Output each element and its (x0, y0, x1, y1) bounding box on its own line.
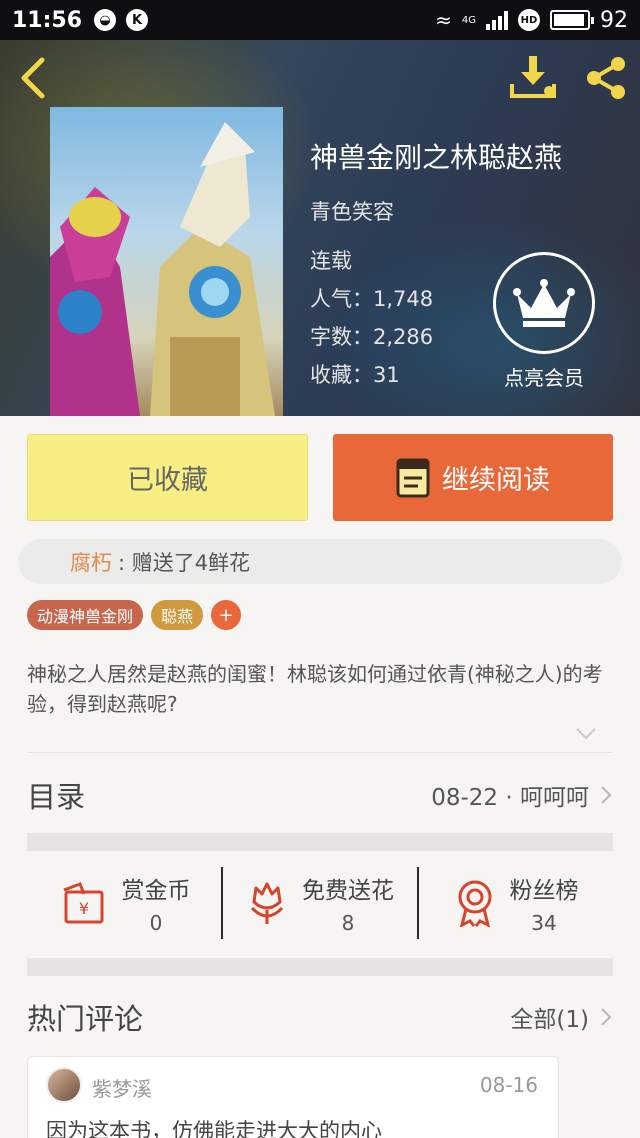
continue-reading-label: 继续阅读 (442, 465, 550, 496)
k-notification-icon: K (126, 9, 149, 31)
avatar[interactable] (46, 1067, 82, 1103)
all-comments-link[interactable]: 全部(1) (510, 1000, 589, 1034)
hot-comments-header[interactable]: 热门评论 全部(1) (27, 992, 613, 1042)
battery-level: 92 (600, 7, 628, 33)
stat-value: 8 (341, 911, 355, 935)
free-flower-button[interactable]: 免费送花 8 (221, 867, 417, 939)
stat-label: 粉丝榜 (509, 878, 579, 904)
book-title: 神兽金刚之林聪赵燕 (310, 141, 563, 174)
stat-value: 34 (531, 911, 557, 935)
signal-icon (486, 10, 508, 30)
network-type: 4G (461, 14, 476, 26)
cover-artwork (50, 122, 275, 416)
popularity-stat: 人气：1,748 (310, 287, 434, 311)
tag-item[interactable]: 动漫神兽金刚 (27, 600, 144, 630)
hot-comments-title: 热门评论 (27, 1002, 144, 1036)
comment-date: 08-16 (479, 1073, 538, 1097)
reader-actions-row: ¥ 赏金币 0 免费送花 8 粉丝榜 34 (27, 858, 613, 948)
hd-icon: HD (518, 9, 540, 31)
section-divider (27, 958, 613, 976)
book-cover-image[interactable] (50, 107, 283, 416)
flower-icon (250, 882, 284, 924)
comment-card[interactable]: 紫梦溪 08-16 因为这本书，仿佛能走进大大的内心 (27, 1056, 559, 1138)
svg-text:¥: ¥ (78, 899, 88, 918)
book-header: 神兽金刚之林聪赵燕 青色笑容 连载 人气：1,748 字数：2,286 收藏：3… (0, 40, 640, 416)
gift-user[interactable]: 腐朽 (70, 547, 112, 577)
chevron-right-icon (601, 1008, 612, 1026)
stat-label: 赏金币 (121, 878, 191, 904)
tag-item[interactable]: 聪燕 (151, 600, 204, 630)
status-time: 11:56 (12, 7, 83, 33)
expand-chevron-icon[interactable] (574, 724, 598, 744)
collected-button[interactable]: 已收藏 (27, 434, 308, 521)
stat-label: 免费送花 (302, 878, 394, 904)
crown-icon (513, 279, 575, 327)
wifi-icon: ≈ (435, 8, 452, 32)
stat-value: 0 (149, 911, 163, 935)
book-icon (396, 458, 430, 497)
comment-text: 因为这本书，仿佛能走进大大的内心 (46, 1119, 382, 1138)
book-description: 神秘之人居然是赵燕的闺蜜！林聪该如何通过依青(神秘之人)的考验，得到赵燕呢? (27, 662, 603, 716)
book-status: 连载 (310, 249, 352, 273)
battery-icon (550, 10, 594, 30)
comment-user[interactable]: 紫梦溪 (92, 1073, 152, 1102)
gift-text: : 赠送了4鲜花 (118, 550, 251, 575)
coin-envelope-icon: ¥ (62, 882, 103, 924)
continue-reading-button[interactable]: 继续阅读 (333, 434, 613, 521)
status-bar: 11:56 ◒ K ≈ 4G HD 92 (0, 0, 640, 40)
favorites-stat: 收藏：31 (310, 363, 400, 387)
tag-list: 动漫神兽金刚 聪燕 + (27, 600, 242, 630)
add-tag-button[interactable]: + (211, 600, 242, 630)
member-label[interactable]: 点亮会员 (488, 362, 600, 391)
toc-title: 目录 (27, 780, 86, 814)
word-count-stat: 字数：2,286 (310, 325, 434, 349)
member-button[interactable] (493, 252, 595, 354)
chevron-right-icon (601, 786, 612, 804)
medal-icon (458, 880, 491, 927)
download-icon[interactable] (508, 54, 558, 102)
share-icon[interactable] (582, 54, 630, 102)
back-arrow-icon[interactable] (14, 54, 54, 102)
book-author[interactable]: 青色笑容 (310, 196, 394, 226)
reward-coins-button[interactable]: ¥ 赏金币 0 (27, 867, 221, 939)
divider (27, 752, 613, 753)
section-divider (27, 833, 613, 851)
fan-ranking-button[interactable]: 粉丝榜 34 (417, 867, 613, 939)
table-of-contents-row[interactable]: 目录 08-22 · 呵呵呵 (27, 770, 613, 820)
latest-chapter: 08-22 · 呵呵呵 (431, 785, 589, 811)
app-notification-icon: ◒ (94, 9, 117, 31)
gift-notice[interactable]: 腐朽 : 赠送了4鲜花 (18, 539, 622, 584)
